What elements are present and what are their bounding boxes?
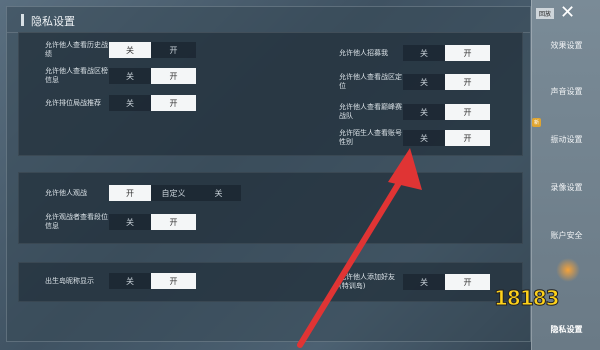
watermark-burst-icon [556, 258, 580, 282]
watermark-logo: 18183 [494, 286, 561, 311]
